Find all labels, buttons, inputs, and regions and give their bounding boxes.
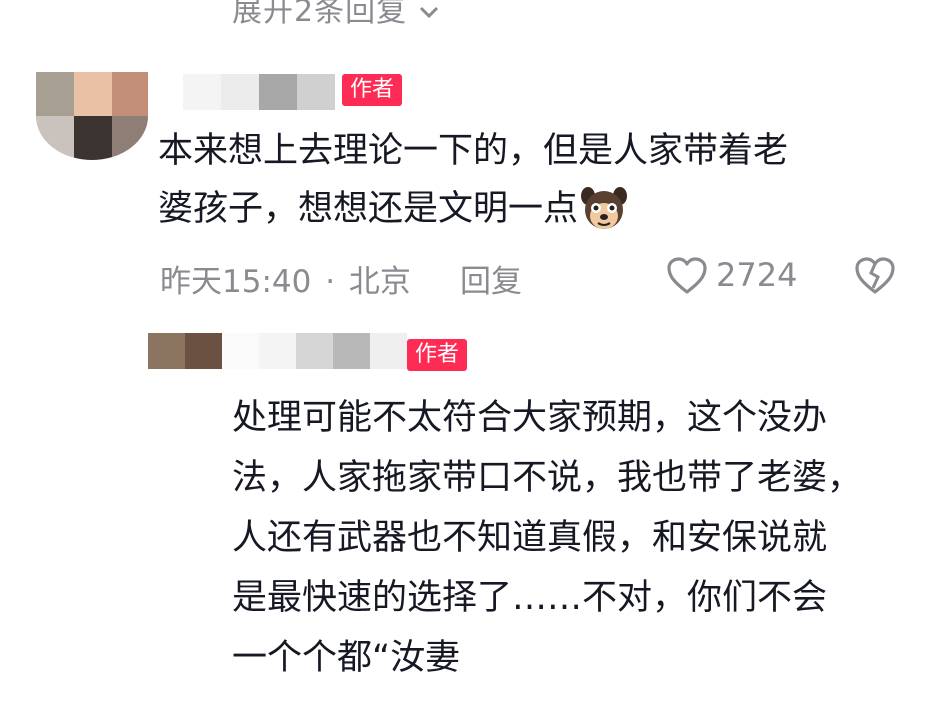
meta-separator: · xyxy=(325,264,336,300)
dog-face-sticker-icon xyxy=(580,186,628,232)
comment-meta: 昨天15:40 · 北京 xyxy=(160,256,411,301)
like-count: 2724 xyxy=(716,256,798,294)
expand-replies-link[interactable]: 展开2条回复 xyxy=(232,0,440,30)
reply-line: 处理可能不太符合大家预期，这个没办 xyxy=(232,398,828,438)
chevron-down-icon xyxy=(418,5,440,21)
comment-time: 昨天15:40 xyxy=(160,264,312,300)
comment-line: 婆孩子，想想还是文明一点 xyxy=(158,189,579,229)
reply-button[interactable]: 回复 xyxy=(460,256,522,301)
avatar[interactable] xyxy=(36,72,148,160)
expand-replies-label: 展开2条回复 xyxy=(232,0,408,29)
author-badge: 作者 xyxy=(342,74,403,106)
reply-text: 处理可能不太符合大家预期，这个没办 法，人家拖家带口不说，我也带了老婆， 人还有… xyxy=(232,388,862,688)
comment-line: 本来想上去理论一下的，但是人家带着老 xyxy=(158,131,789,171)
author-badge: 作者 xyxy=(407,339,468,371)
broken-heart-icon[interactable] xyxy=(854,256,896,296)
reply-line: 一个个都“汝妻 xyxy=(232,638,461,678)
reply-line: 人还有武器也不知道真假，和安保说就 xyxy=(232,518,828,558)
comment-location: 北京 xyxy=(348,264,411,300)
reply-line: 是最快速的选择了……不对，你们不会 xyxy=(232,578,828,618)
reply-line: 法，人家拖家带口不说，我也带了老婆， xyxy=(232,458,863,498)
comment-text: 本来想上去理论一下的，但是人家带着老 婆孩子，想想还是文明一点 xyxy=(158,122,788,238)
heart-outline-icon[interactable] xyxy=(666,256,708,296)
